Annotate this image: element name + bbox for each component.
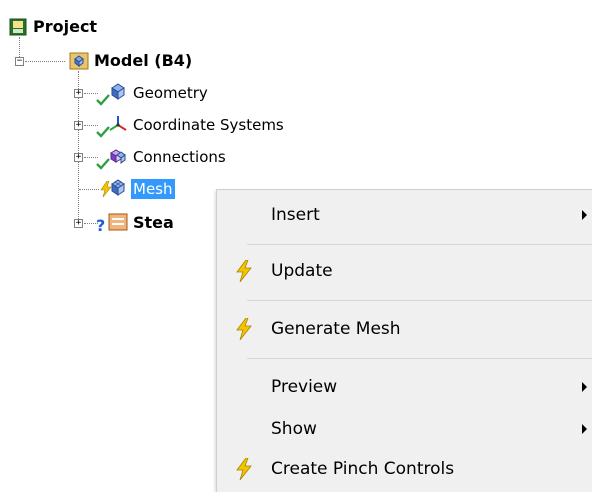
tree-line (79, 189, 99, 190)
project-label: Project (33, 17, 98, 36)
coordinate-systems-icon (108, 114, 128, 138)
menu-separator (247, 300, 592, 301)
coordinate-systems-label: Coordinate Systems (133, 116, 284, 134)
mesh-icon (108, 178, 128, 202)
menu-item-update[interactable]: Update (217, 254, 592, 288)
tree-line (19, 37, 20, 57)
menu-separator (247, 358, 592, 359)
tree-item-connections[interactable]: Connections (131, 146, 228, 168)
submenu-arrow-icon (582, 382, 587, 392)
menu-item-label: Preview (271, 377, 338, 397)
tree-item-project[interactable]: Project (31, 16, 99, 38)
lightning-icon (235, 317, 253, 344)
tree-line (25, 61, 65, 62)
expand-toggle-coordinate-systems[interactable]: + (74, 121, 83, 130)
tree-item-geometry[interactable]: Geometry (131, 82, 210, 104)
tree-item-steady[interactable]: Stea (131, 212, 176, 234)
menu-item-insert[interactable]: Insert (217, 198, 592, 232)
menu-item-label: Insert (271, 205, 320, 225)
context-menu: Insert Update Generate Mesh Preview Show… (216, 189, 592, 492)
menu-item-label: Show (271, 419, 317, 439)
tree-item-model[interactable]: Model (B4) (92, 50, 194, 72)
menu-item-label: Generate Mesh (271, 319, 401, 339)
geometry-icon (108, 82, 128, 106)
analysis-icon (108, 212, 128, 236)
connections-icon (108, 146, 128, 170)
mesh-label: Mesh (131, 179, 175, 199)
steady-label: Stea (133, 213, 174, 232)
expand-toggle-connections[interactable]: + (74, 153, 83, 162)
connections-label: Connections (133, 148, 226, 166)
lightning-icon (235, 259, 253, 286)
model-icon (69, 51, 89, 75)
model-label: Model (B4) (94, 51, 193, 70)
submenu-arrow-icon (582, 424, 587, 434)
menu-item-label: Update (271, 261, 333, 281)
status-question: ? (96, 215, 106, 235)
expand-toggle-steady[interactable]: + (74, 219, 83, 228)
menu-item-create-pinch-controls[interactable]: Create Pinch Controls (217, 452, 592, 486)
lightning-icon (235, 457, 253, 484)
expand-toggle-geometry[interactable]: + (74, 89, 83, 98)
menu-separator (247, 244, 592, 245)
geometry-label: Geometry (133, 84, 208, 102)
project-icon (9, 18, 27, 40)
menu-item-show[interactable]: Show (217, 412, 592, 446)
tree-item-coordinate-systems[interactable]: Coordinate Systems (131, 114, 286, 136)
menu-item-label: Create Pinch Controls (271, 459, 455, 479)
submenu-arrow-icon (582, 210, 587, 220)
menu-item-preview[interactable]: Preview (217, 370, 592, 404)
collapse-toggle-model[interactable]: − (15, 57, 24, 66)
menu-item-generate-mesh[interactable]: Generate Mesh (217, 312, 592, 346)
tree-item-mesh[interactable]: Mesh (131, 178, 175, 200)
